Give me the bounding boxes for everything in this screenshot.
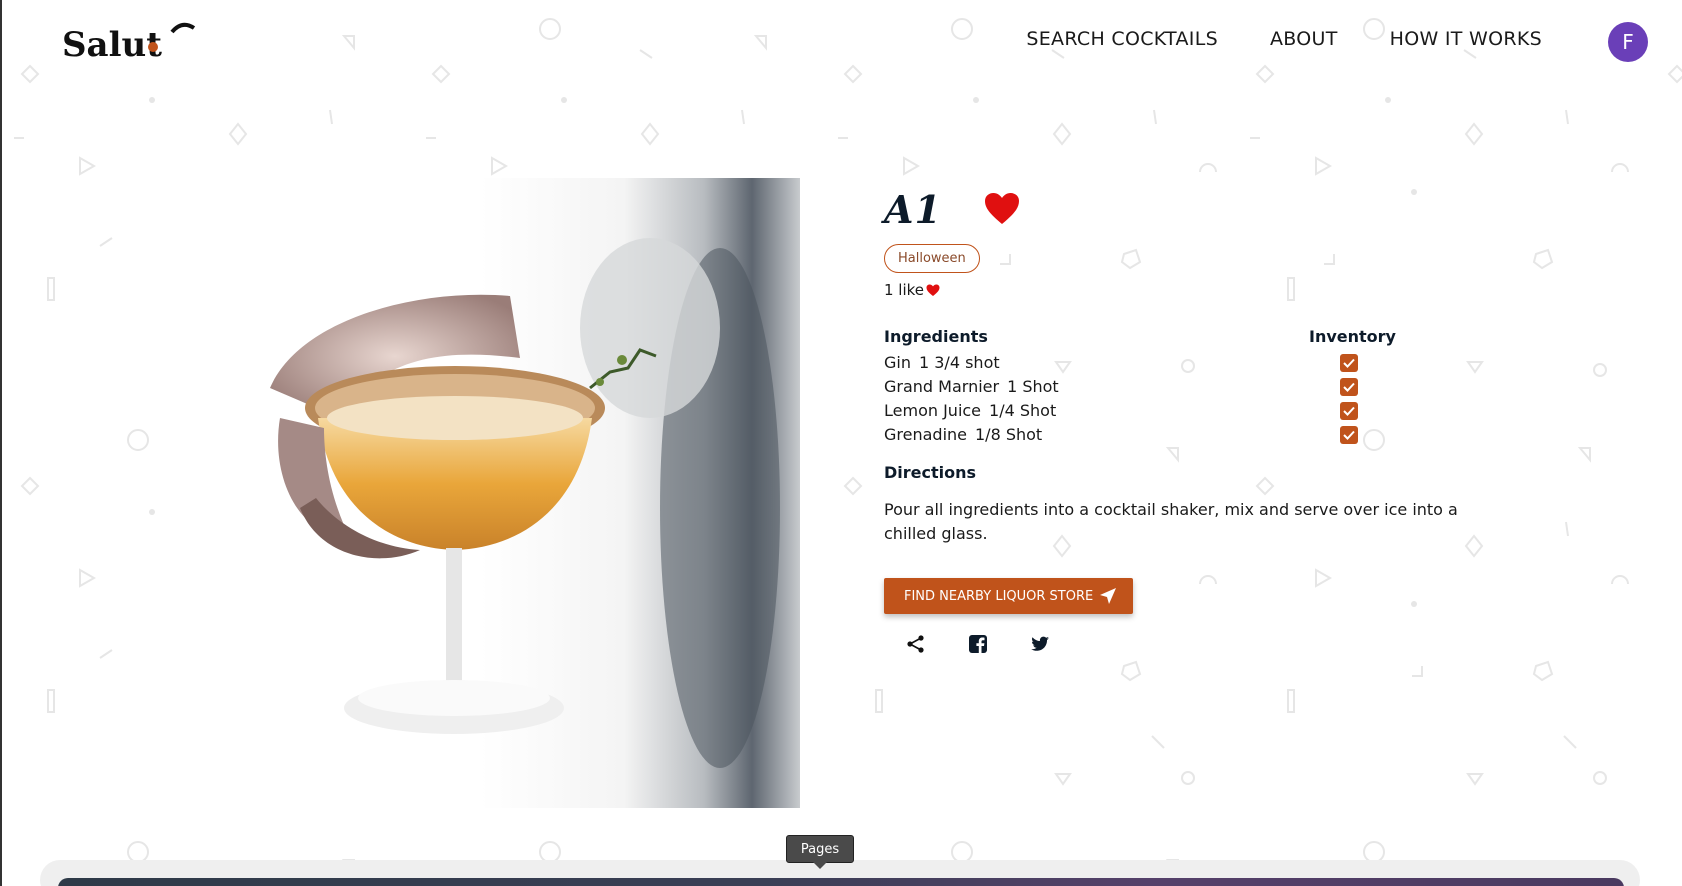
- share-icon[interactable]: [906, 634, 926, 654]
- title-row: A1: [884, 186, 1524, 232]
- inventory-checkbox[interactable]: [1340, 378, 1358, 396]
- cocktail-name: A1: [884, 186, 942, 232]
- directions-heading: Directions: [884, 463, 977, 482]
- ingredient-name: Grand Marnier: [884, 377, 1000, 396]
- nav-about[interactable]: ABOUT: [1270, 28, 1338, 50]
- dock-bar[interactable]: [58, 878, 1624, 886]
- check-icon: [1343, 382, 1355, 392]
- ingredient-name: Gin: [884, 353, 911, 372]
- check-icon: [1343, 430, 1355, 440]
- share-bar: [884, 634, 1524, 654]
- inventory-cell: [1309, 375, 1389, 399]
- page: Salut SEARCH COCKTAILS ABOUT HOW IT WORK…: [0, 0, 1682, 886]
- inventory-cell: [1309, 399, 1389, 423]
- ingredient-qty: 1/4 Shot: [989, 401, 1057, 420]
- window-edge: [0, 0, 2, 886]
- twitter-icon[interactable]: [1030, 634, 1050, 654]
- ingredients-heading: Ingredients: [884, 327, 988, 346]
- heart-icon: [926, 284, 940, 296]
- inventory-cell: [1309, 351, 1389, 375]
- cocktail-photo: [260, 178, 800, 808]
- find-liquor-store-button[interactable]: FIND NEARBY LIQUOR STORE: [884, 578, 1134, 614]
- check-icon: [1343, 406, 1355, 416]
- ingredient-qty: 1/8 Shot: [975, 425, 1043, 444]
- ingredient-name: Lemon Juice: [884, 401, 982, 420]
- likes-count: 1 like: [884, 281, 1524, 299]
- occasion-tag[interactable]: Halloween: [884, 244, 980, 273]
- ingredient-qty: 1 3/4 shot: [918, 353, 1000, 372]
- nav-search-cocktails[interactable]: SEARCH COCKTAILS: [1026, 28, 1218, 50]
- salut-logo[interactable]: Salut: [60, 18, 200, 66]
- inventory-checkbox[interactable]: [1340, 426, 1358, 444]
- cocktail-details: A1 Halloween 1 like Ingredients Inventor…: [884, 186, 1524, 654]
- directions-text: Pour all ingredients into a cocktail sha…: [884, 500, 1458, 543]
- ingredient-row: Gin 1 3/4 shot: [884, 351, 1309, 375]
- check-icon: [1343, 358, 1355, 368]
- find-liquor-store-label: FIND NEARBY LIQUOR STORE: [904, 588, 1094, 604]
- logo-text: Salut: [62, 25, 162, 65]
- inventory-cell: [1309, 423, 1389, 447]
- inventory-checkbox[interactable]: [1340, 354, 1358, 372]
- inventory-heading: Inventory: [1309, 327, 1396, 346]
- facebook-icon[interactable]: [968, 634, 988, 654]
- ingredient-row: Lemon Juice 1/4 Shot: [884, 399, 1309, 423]
- user-avatar[interactable]: F: [1608, 22, 1648, 62]
- main-nav: SEARCH COCKTAILS ABOUT HOW IT WORKS: [1026, 28, 1542, 50]
- ingredient-qty: 1 Shot: [1007, 377, 1059, 396]
- favorite-heart-icon[interactable]: [984, 192, 1020, 226]
- nav-how-it-works[interactable]: HOW IT WORKS: [1390, 28, 1542, 50]
- ingredient-row: Grenadine 1/8 Shot: [884, 423, 1309, 447]
- likes-text: 1 like: [884, 281, 925, 299]
- ingredients-table: Ingredients Inventory Gin 1 3/4 shot Gran…: [884, 327, 1524, 447]
- navigation-arrow-icon: [1100, 588, 1117, 604]
- ingredient-row: Grand Marnier 1 Shot: [884, 375, 1309, 399]
- pages-tooltip: Pages: [786, 835, 854, 869]
- inventory-checkbox[interactable]: [1340, 402, 1358, 420]
- ingredient-name: Grenadine: [884, 425, 967, 444]
